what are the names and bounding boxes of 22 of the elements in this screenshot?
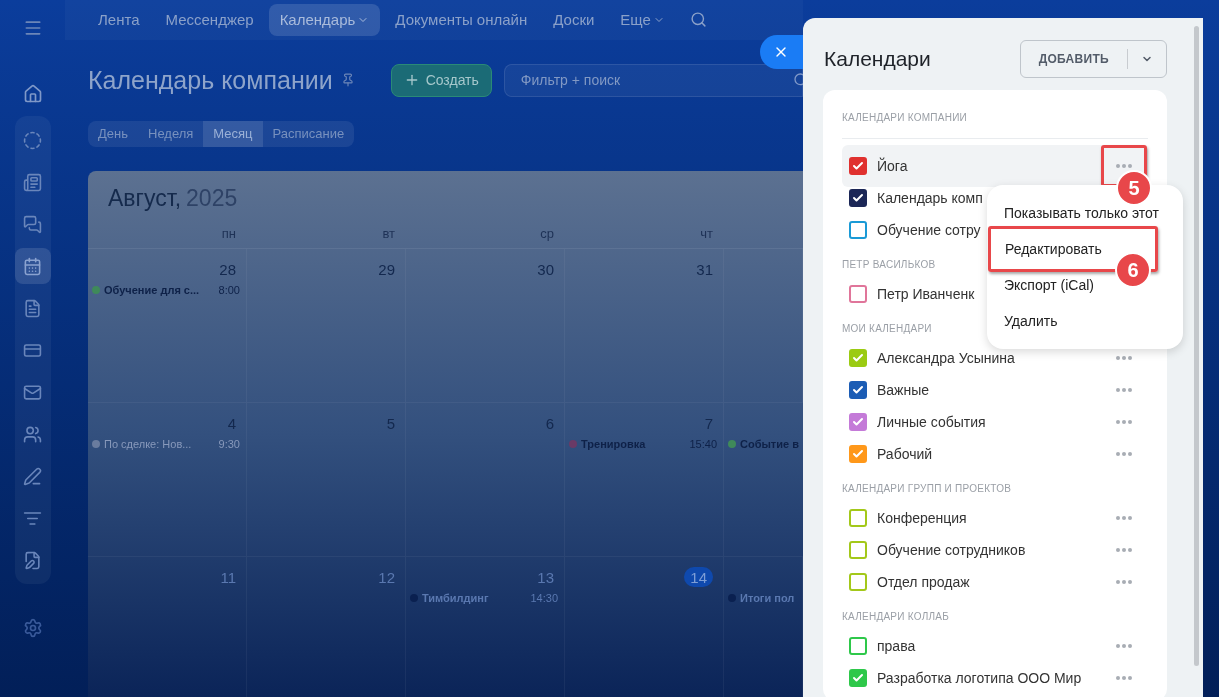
section-heading: ПЕТР ВАСИЛЬКОВ (842, 259, 936, 270)
calendar-name: Отдел продаж (877, 572, 970, 592)
month-label: Август, (108, 184, 182, 213)
panel-title: Календари (824, 46, 931, 73)
section-heading: КАЛЕНДАРИ КОЛЛАБ (842, 611, 949, 622)
calendar-name: Разработка логотипа ООО Мир (877, 668, 1082, 688)
calendar-name: Обучение сотру (877, 220, 981, 240)
calendar-name: Конференция (877, 508, 967, 528)
calendar-name: Обучение сотрудников (877, 540, 1026, 560)
calendar-name: Рабочий (877, 444, 933, 464)
section-heading: МОИ КАЛЕНДАРИ (842, 323, 932, 334)
section-heading: КАЛЕНДАРИ КОМПАНИИ (842, 112, 968, 123)
calendar-name: Личные события (877, 412, 986, 432)
calendar-name: Календарь комп (877, 188, 983, 208)
calendar-name: Важные (877, 380, 930, 400)
calendar-name: Александра Усынина (877, 348, 1015, 368)
calendar-name: права (877, 636, 916, 656)
page-title: Календарь компании (88, 64, 333, 96)
weekday-label: чт (699, 224, 714, 243)
section-heading: КАЛЕНДАРИ ГРУПП И ПРОЕКТОВ (842, 483, 1012, 494)
calendar-name: Йога (877, 156, 908, 176)
calendar-name: Петр Иванченк (877, 284, 975, 304)
